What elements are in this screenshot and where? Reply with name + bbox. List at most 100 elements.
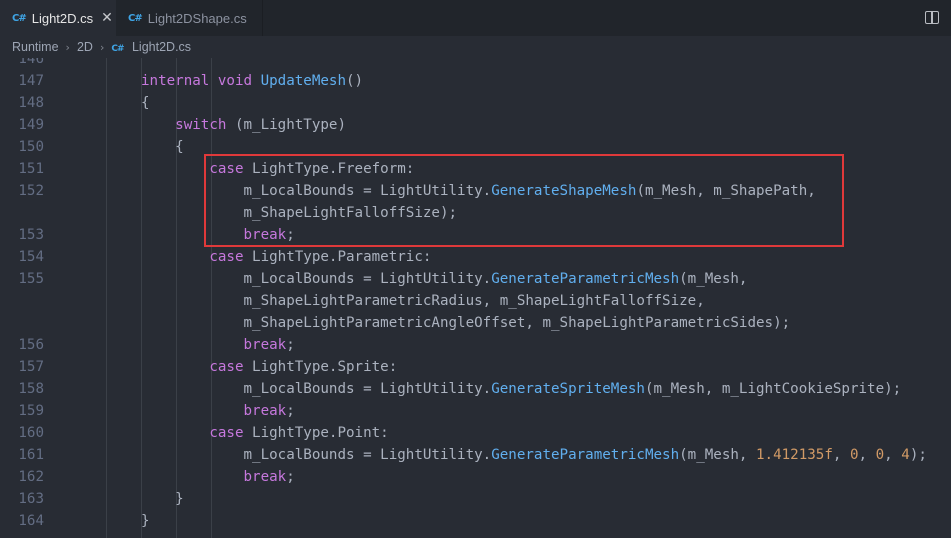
- chevron-right-icon: ›: [99, 40, 105, 54]
- code-line[interactable]: 146: [0, 58, 951, 70]
- code-token: (m_Mesh, m_LightCookieSprite);: [644, 381, 902, 397]
- function-token: GenerateShapeMesh: [491, 183, 637, 199]
- code-text: m_LocalBounds = LightUtility.GeneratePar…: [141, 444, 926, 466]
- line-number: 157: [18, 359, 44, 375]
- code-line[interactable]: 152 m_LocalBounds = LightUtility.Generat…: [0, 180, 951, 202]
- line-number: 146: [18, 58, 44, 67]
- keyword-token: break: [243, 227, 287, 243]
- code-token: ;: [286, 469, 295, 485]
- code-line[interactable]: m_ShapeLightParametricAngleOffset, m_Sha…: [0, 312, 951, 334]
- code-token: m_LocalBounds = LightUtility.: [141, 381, 492, 397]
- line-number: 163: [18, 491, 44, 507]
- code-line[interactable]: 149 switch (m_LightType): [0, 114, 951, 136]
- code-line[interactable]: 161 m_LocalBounds = LightUtility.Generat…: [0, 444, 951, 466]
- line-number: 148: [18, 95, 44, 111]
- code-token: (m_LightType): [226, 117, 347, 133]
- code-line[interactable]: 164}: [0, 510, 951, 532]
- keyword-token: break: [243, 337, 287, 353]
- breadcrumb: Runtime › 2D › C# Light2D.cs: [0, 36, 951, 58]
- code-token: LightType.Freeform:: [243, 161, 415, 177]
- code-line[interactable]: 151 case LightType.Freeform:: [0, 158, 951, 180]
- csharp-icon: C#: [128, 12, 143, 24]
- code-line[interactable]: 158 m_LocalBounds = LightUtility.Generat…: [0, 378, 951, 400]
- code-token: ;: [286, 227, 295, 243]
- code-token: m_ShapeLightParametricRadius, m_ShapeLig…: [141, 293, 705, 309]
- code-text: {: [141, 136, 184, 158]
- keyword-token: case: [209, 359, 244, 375]
- code-line[interactable]: m_ShapeLightParametricRadius, m_ShapeLig…: [0, 290, 951, 312]
- code-line[interactable]: 162 break;: [0, 466, 951, 488]
- code-token: (m_Mesh,: [679, 447, 757, 463]
- code-editor[interactable]: 146 147 internal void UpdateMesh() 148 {149 …: [0, 58, 951, 538]
- code-line[interactable]: 153 break;: [0, 224, 951, 246]
- line-number: 151: [18, 161, 44, 177]
- code-token: ;: [286, 337, 295, 353]
- code-line[interactable]: 154 case LightType.Parametric:: [0, 246, 951, 268]
- line-number: 152: [18, 183, 44, 199]
- keyword-token: break: [243, 469, 287, 485]
- code-line[interactable]: 159 break;: [0, 400, 951, 422]
- code-token: ,: [858, 447, 876, 463]
- code-text: break;: [141, 400, 295, 422]
- code-token: }: [141, 513, 150, 529]
- code-token: m_LocalBounds = LightUtility.: [141, 271, 492, 287]
- code-text: m_LocalBounds = LightUtility.GenerateSha…: [141, 180, 816, 202]
- tab-light2dshape[interactable]: C# Light2DShape.cs: [116, 0, 263, 36]
- code-text: m_LocalBounds = LightUtility.GenerateSpr…: [141, 378, 901, 400]
- keyword-token: switch: [175, 117, 227, 133]
- code-line[interactable]: 160 case LightType.Point:: [0, 422, 951, 444]
- function-token: GenerateSpriteMesh: [491, 381, 645, 397]
- code-line[interactable]: 148 {: [0, 92, 951, 114]
- code-line[interactable]: 150 {: [0, 136, 951, 158]
- code-token: {: [141, 139, 184, 155]
- line-number: 149: [18, 117, 44, 133]
- code-text: break;: [141, 466, 295, 488]
- code-text: m_ShapeLightParametricAngleOffset, m_Sha…: [141, 312, 790, 334]
- code-text: {: [141, 92, 150, 114]
- tab-bar: C# Light2D.cs ✕ C# Light2DShape.cs: [0, 0, 951, 36]
- line-number: 160: [18, 425, 44, 441]
- keyword-token: break: [243, 403, 287, 419]
- code-token: (): [346, 73, 364, 89]
- code-text: case LightType.Point:: [141, 422, 388, 444]
- csharp-icon: C#: [111, 44, 124, 54]
- line-number: 159: [18, 403, 44, 419]
- csharp-icon: C#: [12, 12, 27, 24]
- function-token: GenerateParametricMesh: [491, 447, 680, 463]
- code-text: m_LocalBounds = LightUtility.GeneratePar…: [141, 268, 747, 290]
- code-line[interactable]: m_ShapeLightFalloffSize);: [0, 202, 951, 224]
- code-line[interactable]: 155 m_LocalBounds = LightUtility.Generat…: [0, 268, 951, 290]
- close-icon[interactable]: ✕: [101, 10, 113, 26]
- number-token: 4: [901, 447, 910, 463]
- code-token: (m_Mesh, m_ShapePath,: [636, 183, 816, 199]
- code-token: (m_Mesh,: [679, 271, 748, 287]
- code-line[interactable]: 147 internal void UpdateMesh(): [0, 70, 951, 92]
- split-editor-icon[interactable]: [925, 11, 939, 24]
- breadcrumb-item-runtime[interactable]: Runtime: [12, 40, 59, 54]
- code-text: }: [141, 510, 150, 532]
- code-text: switch (m_LightType): [141, 114, 346, 136]
- tab-label: Light2D.cs: [31, 10, 94, 26]
- code-token: m_LocalBounds = LightUtility.: [141, 183, 492, 199]
- code-line[interactable]: 163 }: [0, 488, 951, 510]
- chevron-right-icon: ›: [65, 40, 70, 54]
- code-token: m_ShapeLightParametricAngleOffset, m_Sha…: [141, 315, 791, 331]
- code-text: }: [141, 488, 184, 510]
- tab-label: Light2DShape.cs: [147, 10, 247, 26]
- breadcrumb-item-2d[interactable]: 2D: [77, 40, 93, 54]
- code-text: internal void UpdateMesh(): [141, 70, 363, 92]
- line-number: 155: [18, 271, 44, 287]
- tab-light2d[interactable]: C# Light2D.cs ✕: [0, 0, 116, 36]
- code-text: case LightType.Sprite:: [141, 356, 397, 378]
- code-line[interactable]: 156 break;: [0, 334, 951, 356]
- code-line[interactable]: 157 case LightType.Sprite:: [0, 356, 951, 378]
- number-token: 0: [875, 447, 885, 463]
- breadcrumb-item-file[interactable]: C# Light2D.cs: [111, 40, 191, 54]
- code-token: {: [141, 95, 150, 111]
- code-token: m_LocalBounds = LightUtility.: [141, 447, 492, 463]
- keyword-token: internal void: [141, 73, 261, 89]
- line-number: 161: [18, 447, 44, 463]
